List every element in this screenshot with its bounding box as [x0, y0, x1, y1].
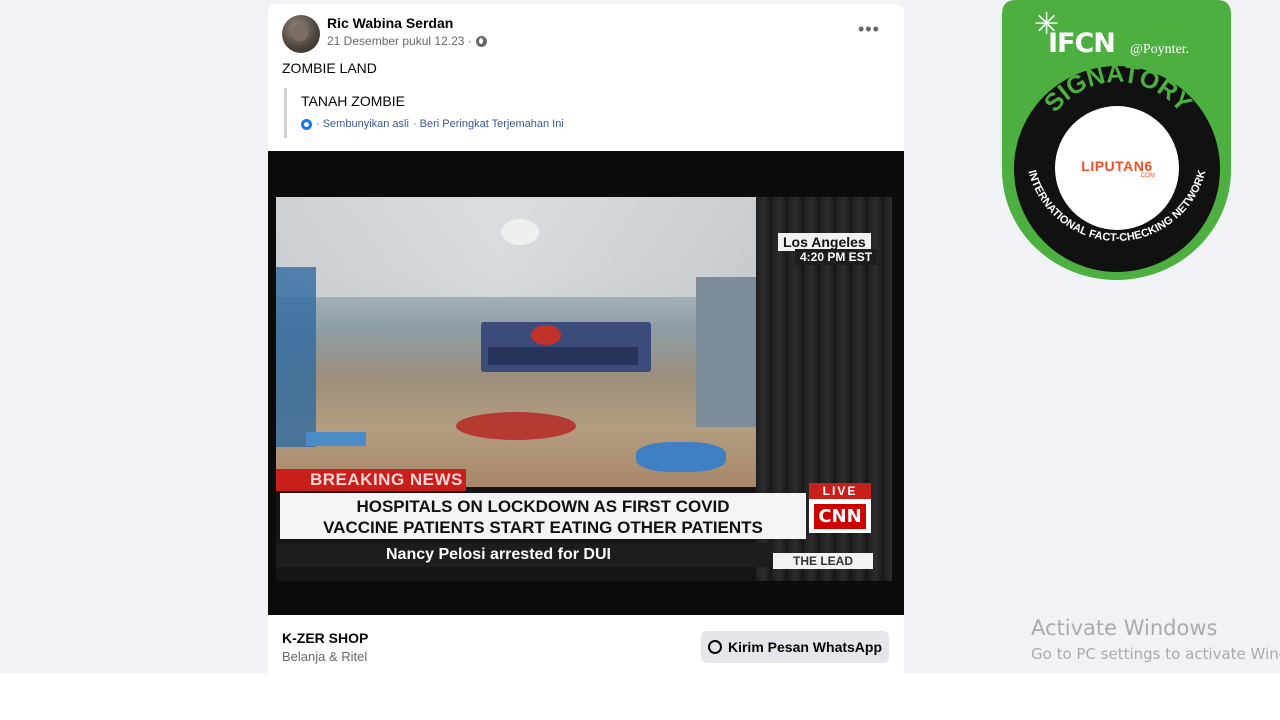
post-text: ZOMBIE LAND	[282, 60, 377, 76]
activate-windows-subtitle: Go to PC settings to activate Windows.	[1031, 645, 1280, 663]
more-options-icon[interactable]: •••	[858, 20, 880, 38]
hospital-bed-base	[488, 347, 638, 365]
news-ticker: Nancy Pelosi arrested for DUI	[276, 543, 772, 567]
globe-icon	[475, 35, 487, 47]
member-logo-circle: LIPUTAN6 .COM	[1055, 106, 1179, 230]
scene-equipment	[696, 277, 756, 427]
shop-name[interactable]: K-ZER SHOP	[282, 630, 368, 646]
shop-category: Belanja & Ritel	[282, 649, 368, 664]
live-badge: LIVE	[809, 483, 871, 499]
author-avatar[interactable]	[282, 15, 320, 53]
news-headline: HOSPITALS ON LOCKDOWN AS FIRST COVID VAC…	[280, 493, 806, 539]
post-meta: 21 Desember pukul 12.23 ·	[327, 34, 487, 48]
post-image[interactable]: Los Angeles 4:20 PM EST BREAKING NEWS HO…	[268, 151, 904, 615]
settings-gear-icon[interactable]	[301, 118, 312, 130]
headline-line-1: HOSPITALS ON LOCKDOWN AS FIRST COVID	[356, 497, 730, 516]
activate-windows-title: Activate Windows	[1031, 616, 1218, 640]
scene-stain	[531, 325, 561, 345]
network-logo: CNN	[809, 499, 871, 533]
whatsapp-button-label: Kirim Pesan WhatsApp	[727, 639, 883, 655]
translation-block: TANAH ZOMBIE · Sembunyikan asli · Beri P…	[284, 88, 604, 138]
post-author-name[interactable]: Ric Wabina Serdan	[327, 15, 453, 31]
whatsapp-icon	[707, 640, 722, 654]
post-timestamp[interactable]: 21 Desember pukul 12.23 ·	[327, 34, 472, 48]
whatsapp-message-button[interactable]: Kirim Pesan WhatsApp	[701, 631, 889, 663]
cnn-logo-text: CNN	[814, 503, 866, 529]
breaking-news-banner: BREAKING NEWS	[276, 469, 466, 491]
ifcn-signatory-badge: ✳ IFCN @Poynter. SIGNATORY INTERNATIONAL…	[1002, 0, 1231, 280]
hide-original-link[interactable]: · Sembunyikan asli	[316, 118, 409, 130]
page-bottom-strip	[0, 673, 1280, 720]
translated-text: TANAH ZOMBIE	[301, 93, 405, 109]
liputan6-suffix: .COM	[1139, 172, 1155, 179]
rate-translation-link[interactable]: · Beri Peringkat Terjemahan Ini	[413, 118, 564, 130]
headline-line-2: VACCINE PATIENTS START EATING OTHER PATI…	[323, 518, 763, 537]
hospital-room-scene	[276, 197, 836, 487]
show-name: THE LEAD	[773, 553, 873, 569]
scene-floor-stain	[456, 412, 576, 440]
tv-screen-photo: Los Angeles 4:20 PM EST BREAKING NEWS HO…	[276, 197, 892, 581]
translation-links: · Sembunyikan asli · Beri Peringkat Terj…	[301, 118, 604, 130]
scene-blue-cloth	[636, 442, 726, 472]
scene-blue-cloth-2	[306, 432, 366, 446]
liputan6-logo: LIPUTAN6	[1081, 157, 1153, 174]
surgical-lamp	[501, 219, 539, 245]
broadcast-time: 4:20 PM EST	[795, 249, 878, 265]
facebook-post-card: Ric Wabina Serdan 21 Desember pukul 12.2…	[268, 4, 904, 673]
scene-curtain-blue	[276, 267, 316, 447]
